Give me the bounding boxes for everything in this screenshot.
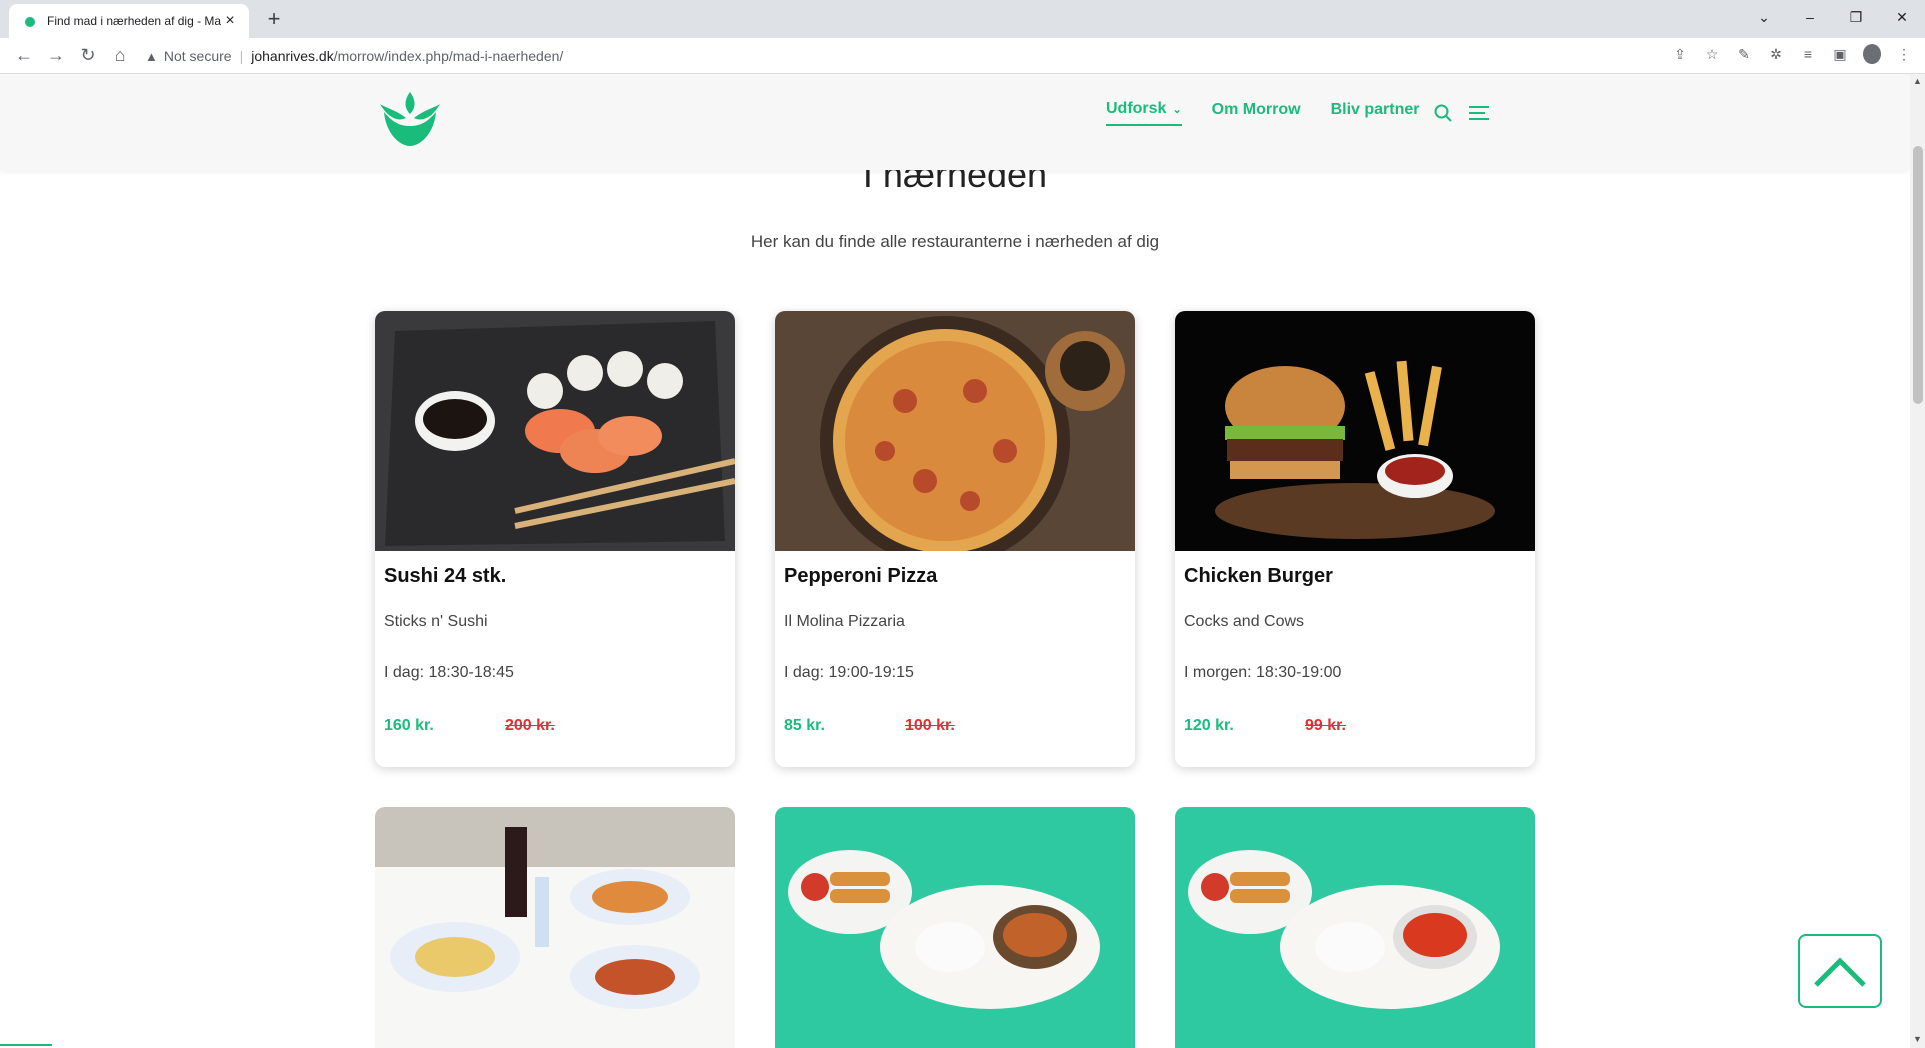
close-window-icon[interactable]: ✕ xyxy=(1879,9,1925,26)
sushi-image xyxy=(375,311,735,551)
url-host: johanrives.dk xyxy=(251,48,334,64)
site-header: Udforsk ⌄ Om Morrow Bliv partner xyxy=(0,74,1910,170)
card-restaurant: Il Molina Pizzaria xyxy=(784,613,905,630)
card-pickup-time: I dag: 18:30-18:45 xyxy=(384,664,514,681)
share-icon[interactable]: ⇪ xyxy=(1671,46,1689,63)
card-old-price: 99 kr. xyxy=(1305,717,1346,734)
more-menu-icon[interactable]: ⋮ xyxy=(1895,46,1913,63)
main-nav: Udforsk ⌄ Om Morrow Bliv partner xyxy=(1106,100,1491,126)
page-subtitle: Her kan du finde alle restauranterne i n… xyxy=(750,232,1160,251)
scroll-up-icon[interactable]: ▲ xyxy=(1913,76,1922,86)
nav-item-bliv-partner[interactable]: Bliv partner xyxy=(1331,101,1420,125)
card-title: Chicken Burger xyxy=(1184,565,1333,587)
back-icon[interactable]: ← xyxy=(8,45,40,66)
close-tab-icon[interactable]: × xyxy=(221,12,239,30)
morrow-logo[interactable] xyxy=(374,86,446,148)
springroll-curry-image xyxy=(1175,807,1535,1048)
card-pickup-time: I morgen: 18:30-19:00 xyxy=(1184,664,1342,681)
nav-item-label: Udforsk xyxy=(1106,100,1167,117)
pizza-image xyxy=(775,311,1135,566)
card-price: 160 kr. xyxy=(384,717,434,734)
new-tab-button[interactable]: + xyxy=(262,6,286,32)
food-card[interactable]: Sushi 24 stk. Sticks n' Sushi I dag: 18:… xyxy=(375,311,735,767)
minimize-icon[interactable]: – xyxy=(1787,9,1833,25)
nav-item-udforsk[interactable]: Udforsk ⌄ xyxy=(1106,100,1182,126)
toolbar-actions: ⇪ ☆ ✎ ✲ ≡ ▣ ⋮ xyxy=(1671,44,1913,64)
reading-list-icon[interactable]: ≡ xyxy=(1799,46,1817,62)
browser-toolbar: ← → ↻ ⌂ ▲ Not secure | johanrives.dk/mor… xyxy=(0,38,1925,74)
food-card[interactable] xyxy=(1175,807,1535,1048)
card-old-price: 100 kr. xyxy=(905,717,955,734)
reload-icon[interactable]: ↻ xyxy=(72,45,104,66)
burger-image xyxy=(1175,311,1535,551)
url-path: /morrow/index.php/mad-i-naerheden/ xyxy=(333,48,564,64)
home-icon[interactable]: ⌂ xyxy=(104,45,136,66)
browser-tab-strip: Find mad i nærheden af dig - Ma × + ⌄ – … xyxy=(0,0,1925,38)
food-card[interactable]: Chicken Burger Cocks and Cows I morgen: … xyxy=(1175,311,1535,767)
card-pickup-time: I dag: 19:00-19:15 xyxy=(784,664,914,681)
bookmark-star-icon[interactable]: ☆ xyxy=(1703,46,1721,63)
site-favicon-icon xyxy=(25,17,35,27)
hamburger-menu-icon[interactable] xyxy=(1467,103,1491,123)
omnibox-divider: | xyxy=(239,48,244,64)
food-card[interactable] xyxy=(775,807,1135,1048)
search-icon[interactable] xyxy=(1433,103,1453,123)
scroll-to-top-button[interactable] xyxy=(1798,934,1882,1008)
page-viewport: Udforsk ⌄ Om Morrow Bliv partner I nærhed… xyxy=(0,74,1910,1048)
pasta-image xyxy=(375,807,735,1048)
card-restaurant: Sticks n' Sushi xyxy=(384,613,488,630)
page-scrollbar[interactable]: ▲ ▼ xyxy=(1910,74,1925,1048)
springroll-curry-image xyxy=(775,807,1135,1048)
progress-line xyxy=(0,1044,52,1046)
card-old-price: 200 kr. xyxy=(505,717,555,734)
address-bar[interactable]: ▲ Not secure | johanrives.dk/morrow/inde… xyxy=(145,42,1665,70)
scroll-down-icon[interactable]: ▼ xyxy=(1913,1034,1922,1044)
restore-icon[interactable]: ❐ xyxy=(1833,9,1879,26)
card-title: Sushi 24 stk. xyxy=(384,565,507,587)
card-restaurant: Cocks and Cows xyxy=(1184,613,1305,630)
forward-icon[interactable]: → xyxy=(40,45,72,66)
profile-avatar[interactable] xyxy=(1863,44,1881,64)
extensions-puzzle-icon[interactable]: ✲ xyxy=(1767,46,1785,63)
tab-title: Find mad i nærheden af dig - Ma xyxy=(47,14,221,28)
security-label[interactable]: Not secure xyxy=(164,48,232,64)
card-title: Pepperoni Pizza xyxy=(784,565,938,587)
warning-icon[interactable]: ▲ xyxy=(145,49,158,64)
window-controls: ⌄ – ❐ ✕ xyxy=(1741,0,1925,34)
tab-search-icon[interactable]: ⌄ xyxy=(1741,9,1787,26)
pen-extension-icon[interactable]: ✎ xyxy=(1735,46,1753,63)
card-price: 120 kr. xyxy=(1184,717,1234,734)
nav-item-om-morrow[interactable]: Om Morrow xyxy=(1212,101,1301,125)
chevron-down-icon: ⌄ xyxy=(1172,104,1182,116)
scrollbar-thumb[interactable] xyxy=(1913,146,1923,404)
card-price: 85 kr. xyxy=(784,717,825,734)
food-card[interactable]: Pepperoni Pizza Il Molina Pizzaria I dag… xyxy=(775,311,1135,767)
chevron-up-icon xyxy=(1814,957,1866,987)
browser-tab[interactable]: Find mad i nærheden af dig - Ma × xyxy=(9,4,249,38)
food-card[interactable] xyxy=(375,807,735,1048)
side-panel-icon[interactable]: ▣ xyxy=(1831,46,1849,63)
